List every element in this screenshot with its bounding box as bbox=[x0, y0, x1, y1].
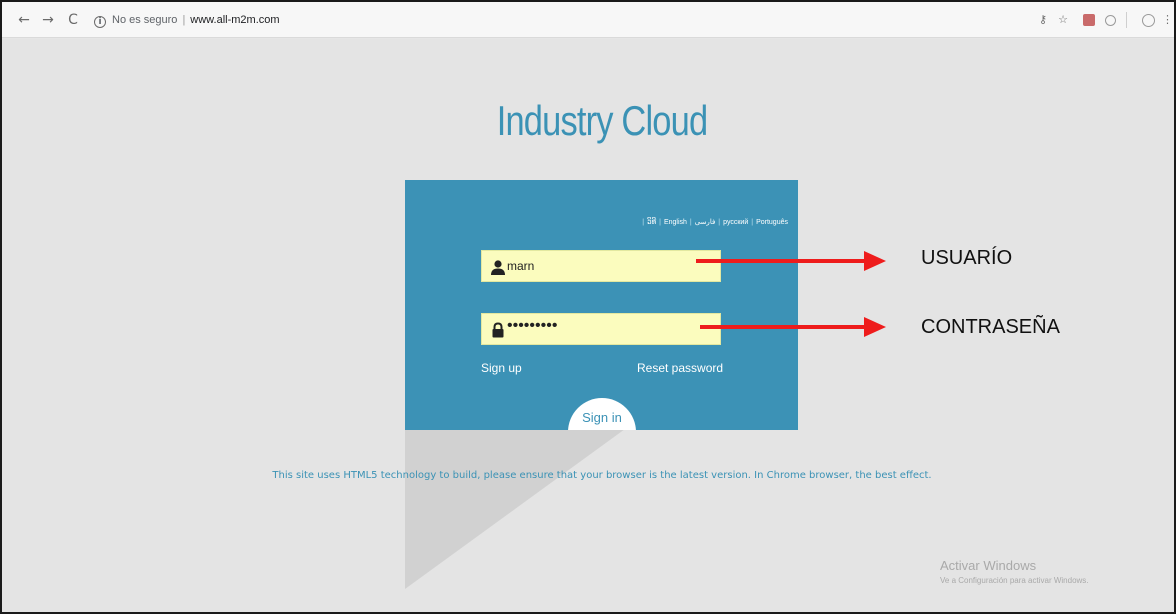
browser-window: ← → C i No es seguro | www.all-m2m.com ⚷ ☆ … bbox=[0, 0, 1176, 614]
info-icon[interactable]: i bbox=[94, 16, 106, 28]
circle-extension-icon[interactable] bbox=[1105, 15, 1116, 26]
username-annotation-label: USUARÍO bbox=[921, 247, 1013, 269]
password-annotation-arrow bbox=[700, 317, 886, 337]
profile-icon[interactable] bbox=[1142, 14, 1155, 27]
reload-button[interactable]: C bbox=[65, 12, 81, 28]
back-button[interactable]: ← bbox=[16, 12, 32, 28]
arrow-head bbox=[864, 251, 886, 271]
address-bar[interactable]: i No es seguro | www.all-m2m.com bbox=[94, 9, 994, 31]
menu-icon[interactable]: ⋮ bbox=[1162, 13, 1173, 27]
security-status: No es seguro bbox=[112, 14, 178, 26]
username-annotation-arrow bbox=[696, 251, 886, 271]
password-annotation-label: CONTRASEÑA bbox=[921, 316, 1060, 338]
watermark-title: Activar Windows bbox=[940, 558, 1037, 573]
windows-activation-watermark: Activar Windows Ve a Configuración para … bbox=[940, 558, 1089, 585]
watermark-subtitle: Ve a Configuración para activar Windows. bbox=[940, 576, 1089, 585]
page-content: Industry Cloud | ວິທີ | English | فارسی | русск… bbox=[2, 39, 1174, 612]
url-text: www.all-m2m.com bbox=[190, 14, 280, 26]
forward-button[interactable]: → bbox=[40, 12, 56, 28]
page-title: Industry Cloud bbox=[496, 97, 708, 144]
signin-clip: Sign in bbox=[405, 180, 798, 430]
arrow-head bbox=[864, 317, 886, 337]
toolbar-divider bbox=[1126, 12, 1127, 28]
browser-toolbar: ← → C i No es seguro | www.all-m2m.com ⚷ ☆ … bbox=[2, 2, 1174, 38]
signin-label: Sign in bbox=[582, 410, 622, 425]
pdf-extension-icon[interactable] bbox=[1083, 14, 1095, 26]
browser-notice: This site uses HTML5 technology to build… bbox=[272, 470, 932, 481]
address-separator: | bbox=[182, 14, 186, 26]
card-shadow bbox=[405, 429, 625, 589]
key-icon[interactable]: ⚷ bbox=[1036, 13, 1050, 27]
star-icon[interactable]: ☆ bbox=[1056, 13, 1070, 27]
signin-button[interactable]: Sign in bbox=[568, 398, 636, 430]
